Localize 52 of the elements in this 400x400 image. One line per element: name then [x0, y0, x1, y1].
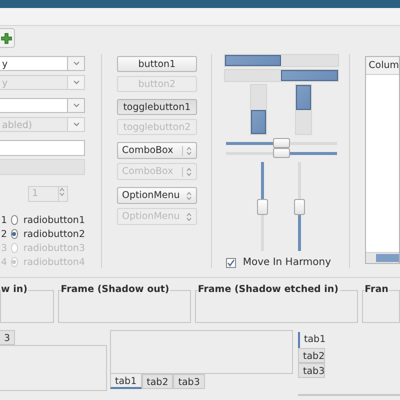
text-entry[interactable]: [0, 140, 85, 156]
toggle-button[interactable]: togglebutton1: [117, 99, 197, 115]
chevron-down-icon: [72, 103, 80, 108]
frame-label: Frame (Shadow out): [60, 284, 170, 295]
check-label: 1: [0, 214, 8, 226]
combo-box[interactable]: y: [0, 56, 85, 71]
slider-thumb[interactable]: [273, 138, 290, 148]
tab[interactable]: tab1: [110, 374, 142, 389]
chevron-down-icon: [72, 61, 80, 66]
up-down-arrows-icon: [186, 166, 192, 176]
radio-label: radiobutton2: [23, 228, 85, 240]
add-button[interactable]: [0, 28, 15, 48]
radio-button[interactable]: [10, 229, 18, 239]
check-label: 4: [0, 256, 8, 268]
radio-button[interactable]: [10, 215, 18, 225]
slider-thumb[interactable]: [257, 198, 268, 214]
checkmark-icon: [226, 258, 235, 266]
up-down-arrows-icon: [186, 146, 192, 156]
radio-label: radiobutton4: [23, 256, 85, 268]
tab[interactable]: 3: [0, 330, 16, 345]
combo-box[interactable]: ComboBox: [117, 142, 197, 159]
tab[interactable]: tab2: [142, 374, 174, 389]
chevron-down-icon: [72, 80, 80, 85]
radio-label: radiobutton3: [23, 242, 85, 254]
tab[interactable]: tab3: [173, 374, 205, 389]
push-button[interactable]: button1: [117, 56, 197, 72]
check-label: 3: [0, 242, 8, 254]
combo-text: [0, 98, 68, 113]
checkbox[interactable]: [226, 258, 236, 268]
combo-text: abled): [0, 117, 68, 132]
combo-text: y: [0, 56, 68, 71]
tab[interactable]: tab2: [298, 348, 325, 363]
horizontal-scrollbar[interactable]: [366, 252, 399, 263]
option-menu[interactable]: OptionMenu: [117, 187, 197, 204]
combo-text: y: [0, 75, 68, 90]
frame-label: w in): [1, 284, 28, 295]
slider-thumb[interactable]: [294, 198, 306, 214]
chevron-down-icon: [72, 122, 80, 127]
column-header[interactable]: Colum: [366, 57, 399, 75]
plus-icon: [1, 32, 12, 44]
check-label: 2: [0, 228, 8, 240]
up-down-arrows-icon: [186, 190, 192, 200]
slider-thumb[interactable]: [273, 148, 290, 158]
up-down-arrows-icon: [59, 187, 65, 197]
up-down-arrows-icon: [186, 212, 192, 222]
frame-label: Frame (Shadow etched in): [198, 284, 340, 295]
tab[interactable]: tab3: [298, 363, 325, 378]
tab[interactable]: tab1: [298, 332, 325, 348]
frame-label: Fran: [364, 284, 390, 295]
checkbox-label: Move In Harmony: [242, 257, 332, 268]
combo-box[interactable]: [0, 98, 85, 113]
radio-label: radiobutton1: [23, 214, 85, 226]
